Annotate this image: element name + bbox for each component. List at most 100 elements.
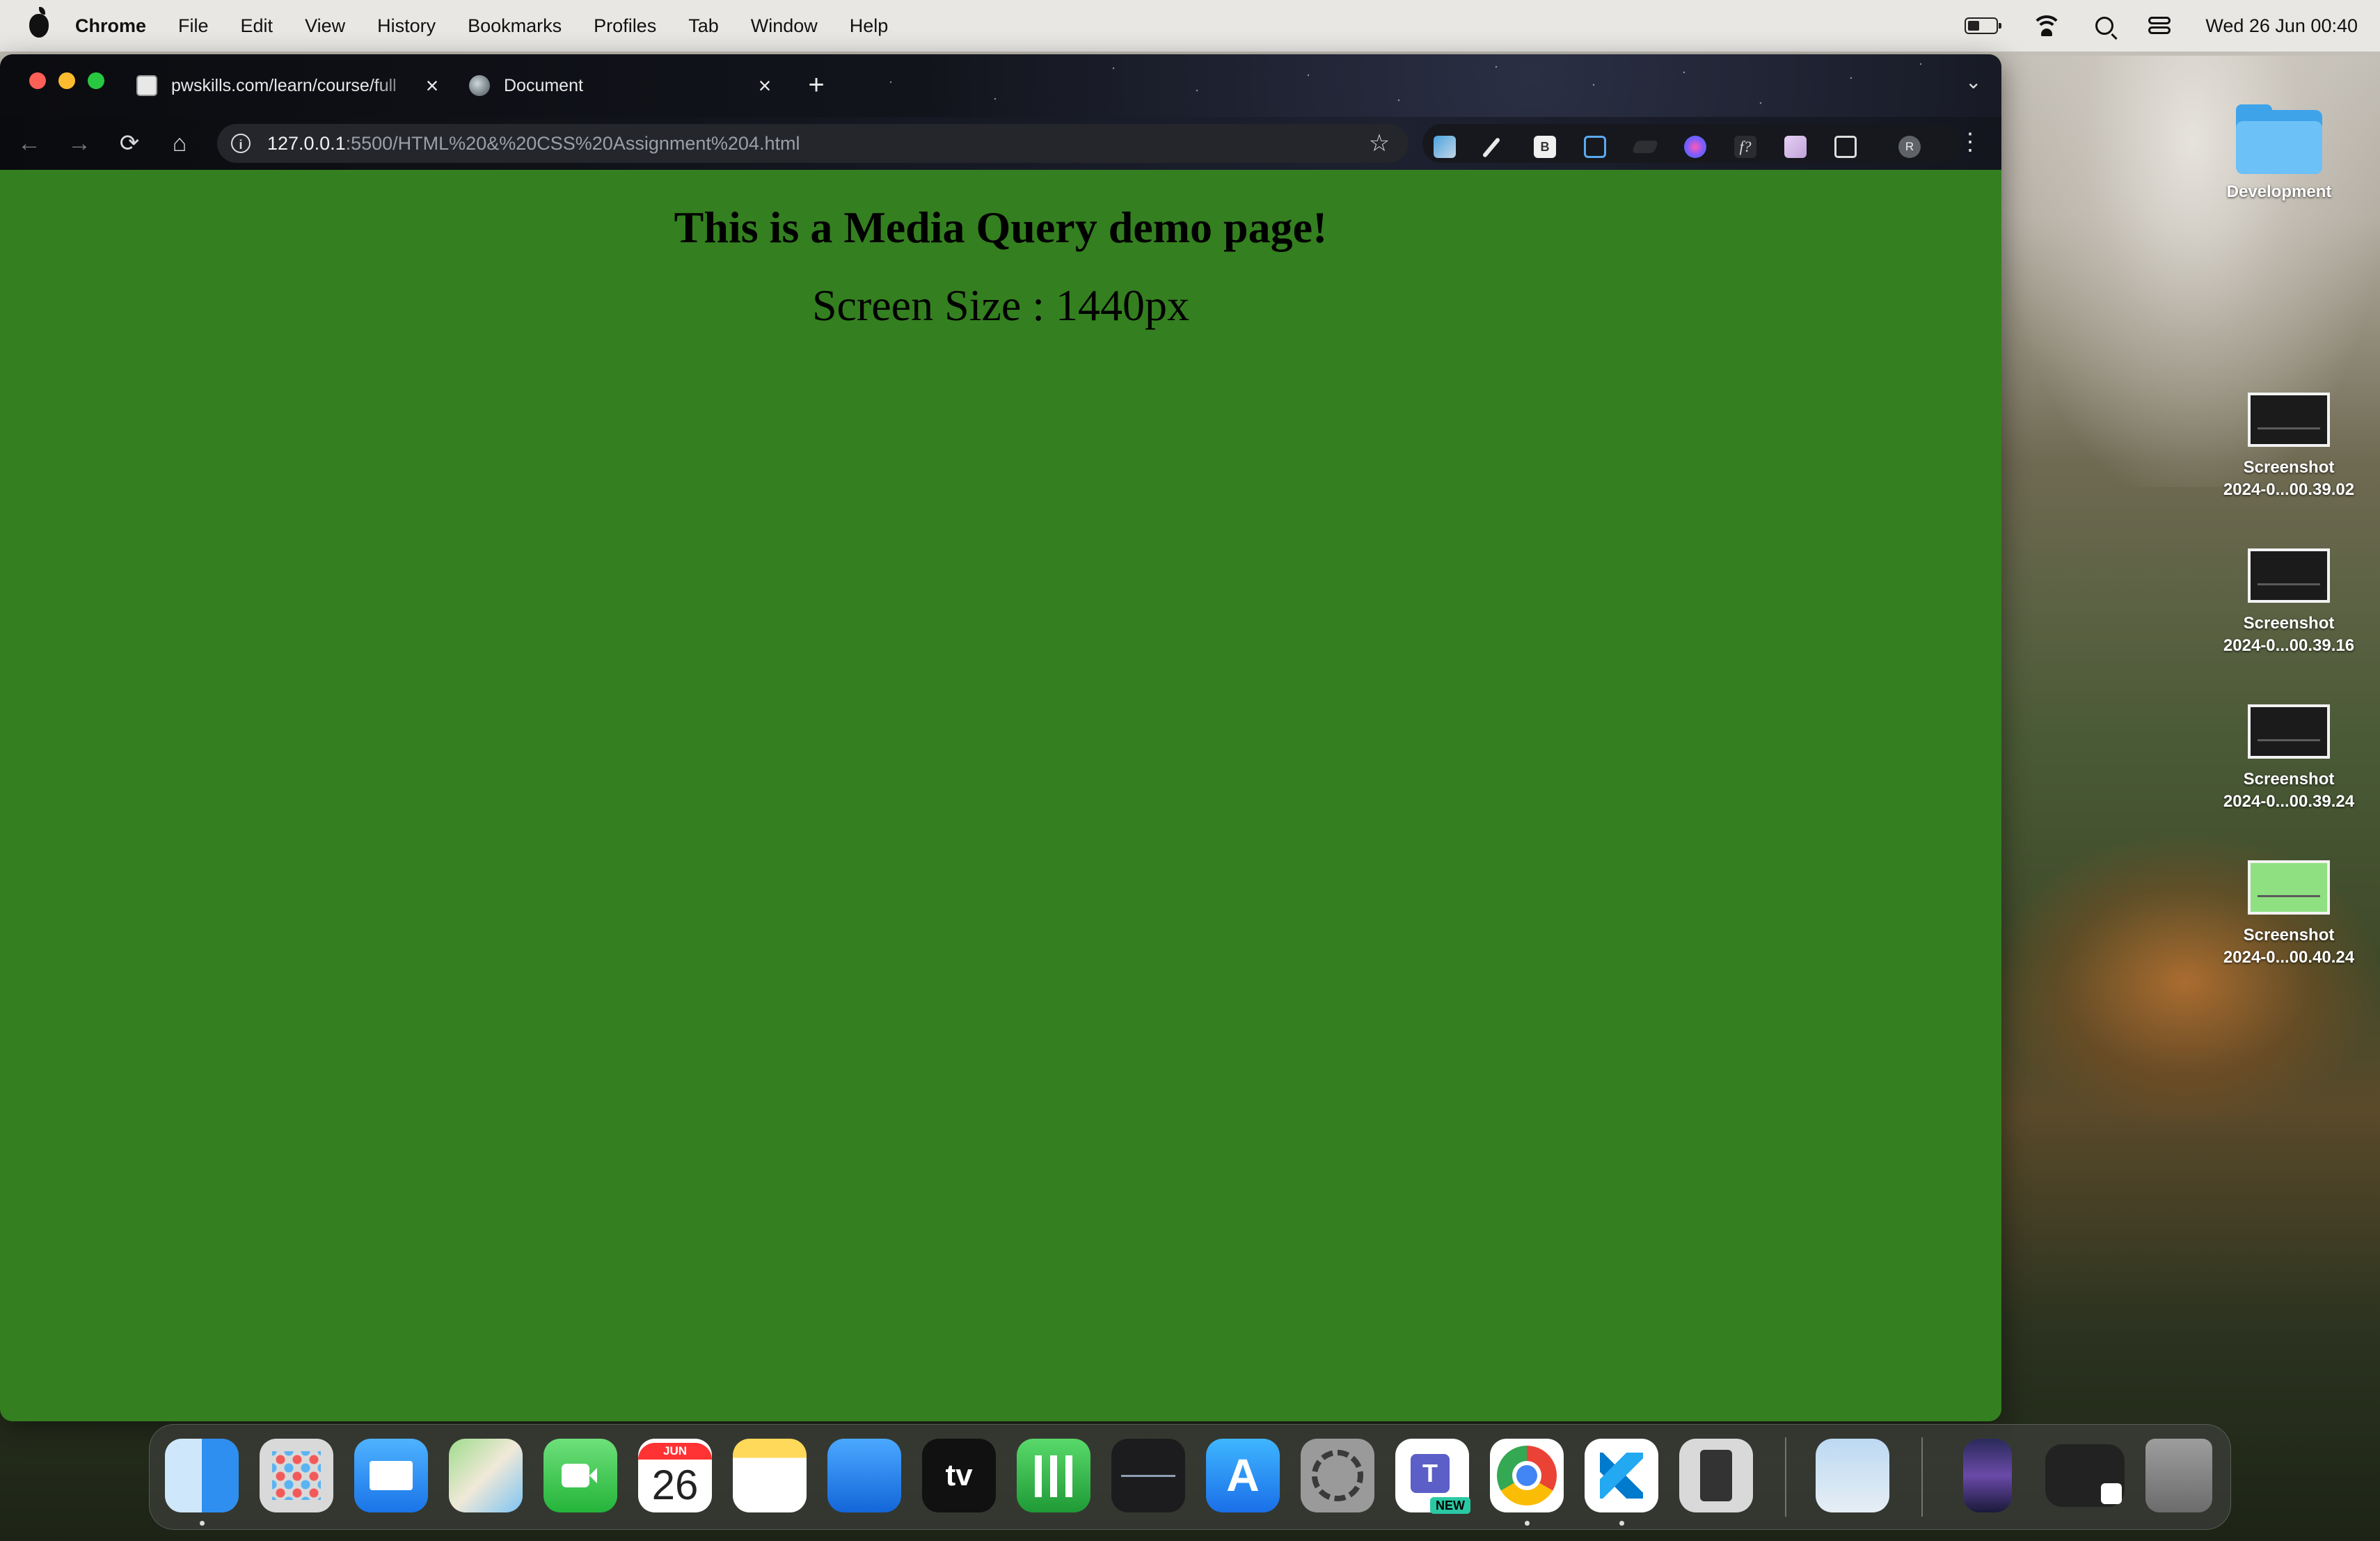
- teams-letter: T: [1411, 1454, 1450, 1493]
- screenshot-thumbnail-icon: [2248, 704, 2330, 759]
- tab-document[interactable]: Document ×: [469, 65, 775, 106]
- apple-tv-icon[interactable]: tv: [922, 1439, 996, 1512]
- menu-view[interactable]: View: [305, 15, 345, 37]
- launchpad-icon[interactable]: [260, 1439, 333, 1512]
- calendar-icon[interactable]: JUN 26: [638, 1439, 712, 1512]
- desktop-item-label: Screenshot: [2243, 926, 2335, 945]
- battery-icon[interactable]: [1965, 17, 2002, 34]
- vscode-icon[interactable]: [1585, 1439, 1658, 1512]
- tab-title: Document: [504, 75, 583, 95]
- finder-icon[interactable]: [165, 1439, 239, 1512]
- desktop-item-label: Screenshot: [2243, 770, 2335, 789]
- apple-icon[interactable]: [29, 7, 49, 38]
- spotlight-search-icon[interactable]: [2095, 17, 2114, 35]
- desktop-screenshot-4[interactable]: Screenshot 2024-0...00.40.24: [2223, 860, 2355, 969]
- microsoft-teams-icon[interactable]: T NEW: [1395, 1439, 1470, 1514]
- calculator-icon[interactable]: [1679, 1439, 1753, 1512]
- desktop-item-label: Development: [2226, 182, 2332, 201]
- google-chrome-icon[interactable]: [1490, 1439, 1564, 1512]
- control-center-icon[interactable]: [2148, 17, 2171, 35]
- address-bar[interactable]: i 127.0.0.1 :5500/HTML%20&%20CSS%20Assig…: [217, 124, 1409, 163]
- tab-title: pwskills.com/learn/course/full: [171, 75, 397, 95]
- stocks-icon[interactable]: [1111, 1439, 1185, 1512]
- keynote-icon[interactable]: [827, 1439, 901, 1512]
- browser-toolbar: ← → ⟳ ⌂ i 127.0.0.1 :5500/HTML%20&%20CSS…: [0, 117, 2001, 170]
- teams-new-badge: NEW: [1430, 1497, 1470, 1514]
- profile-avatar[interactable]: R: [1898, 136, 1921, 158]
- maps-icon[interactable]: [449, 1439, 523, 1512]
- reload-button[interactable]: ⟳: [109, 117, 150, 170]
- minimize-window-button[interactable]: [58, 72, 75, 89]
- desktop-folder-development[interactable]: Development: [2213, 104, 2345, 203]
- menu-tab[interactable]: Tab: [688, 15, 719, 37]
- menu-file[interactable]: File: [178, 15, 209, 37]
- notes-icon[interactable]: [733, 1439, 807, 1512]
- minimized-vscode-window-icon[interactable]: [2045, 1444, 2125, 1507]
- menu-bar-status: Wed 26 Jun 00:40: [1965, 0, 2358, 52]
- trash-icon[interactable]: [2145, 1439, 2212, 1512]
- facetime-icon[interactable]: [544, 1439, 617, 1512]
- desktop-screenshot-2[interactable]: Screenshot 2024-0...00.39.16: [2223, 548, 2355, 657]
- screen-size-text: Screen Size : 1440px: [811, 280, 1190, 330]
- extension-5-icon[interactable]: [1631, 141, 1659, 153]
- menu-history[interactable]: History: [377, 15, 436, 37]
- menu-clock[interactable]: Wed 26 Jun 00:40: [2205, 15, 2358, 37]
- menu-profiles[interactable]: Profiles: [594, 15, 656, 37]
- desktop-item-sublabel: 2024-0...00.39.24: [2223, 792, 2355, 811]
- app-store-icon[interactable]: A: [1206, 1439, 1280, 1512]
- back-button[interactable]: ←: [8, 117, 50, 170]
- running-indicator: [1619, 1521, 1624, 1526]
- calendar-day: 26: [651, 1462, 699, 1508]
- ai-extension-icon[interactable]: [1684, 136, 1706, 158]
- menu-bookmarks[interactable]: Bookmarks: [468, 15, 562, 37]
- running-indicator: [200, 1521, 205, 1526]
- bookmark-star-icon[interactable]: ☆: [1365, 129, 1393, 157]
- desktop-item-sublabel: 2024-0...00.40.24: [2223, 948, 2355, 967]
- app-store-glyph: A: [1226, 1449, 1260, 1501]
- calendar-month: JUN: [638, 1443, 712, 1460]
- tv-label: tv: [945, 1458, 973, 1492]
- close-window-button[interactable]: [29, 72, 46, 89]
- menu-window[interactable]: Window: [751, 15, 818, 37]
- desktop-item-label: Screenshot: [2243, 614, 2335, 633]
- zoom-window-button[interactable]: [88, 72, 104, 89]
- minimized-image-icon[interactable]: [1963, 1439, 2012, 1512]
- numbers-icon[interactable]: [1017, 1439, 1090, 1512]
- extensions-puzzle-icon[interactable]: [1834, 136, 1857, 158]
- menu-app-name[interactable]: Chrome: [75, 15, 146, 37]
- system-settings-icon[interactable]: [1301, 1439, 1374, 1512]
- desktop-screenshot-3[interactable]: Screenshot 2024-0...00.39.24: [2223, 704, 2355, 813]
- preview-icon[interactable]: [1816, 1439, 1889, 1512]
- site-info-icon[interactable]: i: [231, 134, 251, 153]
- tab-strip: pwskills.com/learn/course/full × Documen…: [0, 54, 2001, 117]
- extension-1-icon[interactable]: [1434, 136, 1456, 158]
- screenshot-extension-icon[interactable]: [1584, 136, 1606, 158]
- desktop-item-sublabel: 2024-0...00.39.16: [2223, 636, 2355, 655]
- home-button[interactable]: ⌂: [159, 117, 200, 170]
- chrome-menu-icon[interactable]: ⋮: [1958, 117, 1982, 170]
- font-finder-extension-icon[interactable]: f?: [1734, 136, 1756, 158]
- menu-help[interactable]: Help: [850, 15, 889, 37]
- desktop-screenshot-1[interactable]: Screenshot 2024-0...00.39.02: [2223, 393, 2355, 501]
- globe-icon: [469, 75, 490, 96]
- wifi-icon[interactable]: [2033, 15, 2061, 36]
- menu-edit[interactable]: Edit: [241, 15, 273, 37]
- menu-bar: Chrome File Edit View History Bookmarks …: [0, 0, 2380, 52]
- dock-separator: [1785, 1437, 1786, 1517]
- close-tab-icon[interactable]: ×: [422, 73, 443, 99]
- close-tab-icon[interactable]: ×: [754, 73, 775, 99]
- desktop-item-sublabel: 2024-0...00.39.02: [2223, 480, 2355, 499]
- extension-8-icon[interactable]: [1784, 136, 1807, 158]
- color-picker-extension-icon[interactable]: [1484, 136, 1506, 158]
- screenshot-thumbnail-icon: [2248, 548, 2330, 603]
- new-tab-button[interactable]: +: [799, 65, 834, 106]
- tab-search-chevron-icon[interactable]: ⌄: [1965, 68, 1983, 96]
- folder-icon: [2236, 104, 2322, 174]
- mail-icon[interactable]: [354, 1439, 428, 1512]
- chrome-window: pwskills.com/learn/course/full × Documen…: [0, 54, 2001, 1421]
- b-extension-icon[interactable]: B: [1534, 136, 1556, 158]
- tab-pwskills[interactable]: pwskills.com/learn/course/full ×: [136, 65, 443, 106]
- screenshot-thumbnail-icon: [2248, 393, 2330, 447]
- forward-button[interactable]: →: [58, 117, 100, 170]
- pwskills-favicon-icon: [136, 75, 157, 96]
